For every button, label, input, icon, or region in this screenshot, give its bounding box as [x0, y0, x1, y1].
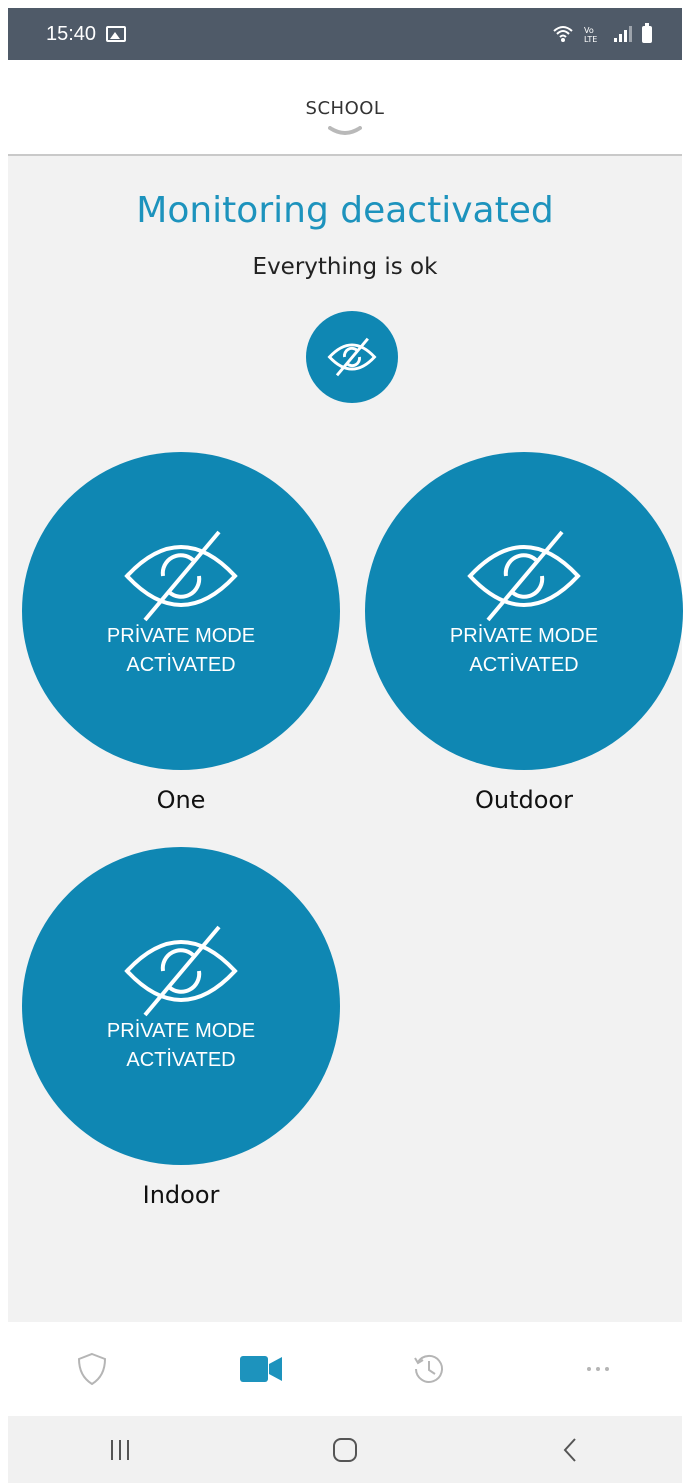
volte-icon: Vo LTE [584, 26, 597, 43]
history-clock-icon [414, 1354, 444, 1383]
chevron-down-icon[interactable] [328, 126, 362, 136]
status-left: 15:40 [46, 22, 127, 46]
location-title[interactable]: SCHOOL [8, 98, 682, 119]
signal-icon [614, 26, 632, 42]
svg-text:Vo: Vo [584, 26, 594, 35]
video-camera-icon [239, 1356, 282, 1382]
home-icon [333, 1437, 357, 1462]
recent-apps-button[interactable] [8, 1416, 233, 1483]
camera-name: Outdoor [475, 786, 573, 814]
recent-apps-icon [111, 1439, 130, 1460]
main-content: Monitoring deactivated Everything is ok … [8, 156, 683, 1322]
private-mode-toggle-button[interactable] [306, 311, 398, 403]
status-time: 15:40 [46, 22, 97, 45]
camera-tile-one[interactable]: PRİVATE MODE ACTİVATED [22, 452, 340, 770]
nav-security[interactable] [8, 1322, 177, 1416]
home-button[interactable] [233, 1416, 458, 1483]
monitoring-subtitle: Everything is ok [252, 254, 438, 280]
location-header[interactable]: SCHOOL [8, 60, 682, 156]
camera-tile-indoor[interactable]: PRİVATE MODE ACTİVATED [22, 847, 340, 1165]
shield-icon [78, 1352, 107, 1386]
status-right: Vo LTE [552, 22, 652, 43]
camera-status: PRİVATE MODE ACTİVATED [106, 625, 256, 676]
camera-status: PRİVATE MODE ACTİVATED [449, 625, 599, 676]
camera-status: PRİVATE MODE ACTİVATED [106, 1020, 256, 1071]
eye-slash-icon [124, 530, 238, 622]
battery-icon [642, 22, 652, 43]
system-nav [8, 1416, 682, 1483]
wifi-icon [553, 26, 573, 42]
svg-text:LTE: LTE [584, 35, 597, 43]
nav-cameras[interactable] [177, 1322, 346, 1416]
more-icon [586, 1367, 609, 1371]
nav-more[interactable] [514, 1322, 683, 1416]
monitoring-title: Monitoring deactivated [136, 190, 554, 231]
camera-name: One [156, 786, 206, 814]
back-button[interactable] [457, 1416, 682, 1483]
gallery-icon [106, 26, 127, 42]
bottom-nav [8, 1322, 682, 1416]
eye-slash-icon [327, 337, 377, 377]
back-icon [563, 1437, 576, 1462]
camera-tile-outdoor[interactable]: PRİVATE MODE ACTİVATED [365, 452, 683, 770]
eye-slash-icon [124, 925, 238, 1017]
camera-name: Indoor [142, 1181, 220, 1209]
nav-history[interactable] [345, 1322, 514, 1416]
eye-slash-icon [467, 530, 581, 622]
status-bar: 15:40 Vo LTE [8, 8, 682, 60]
